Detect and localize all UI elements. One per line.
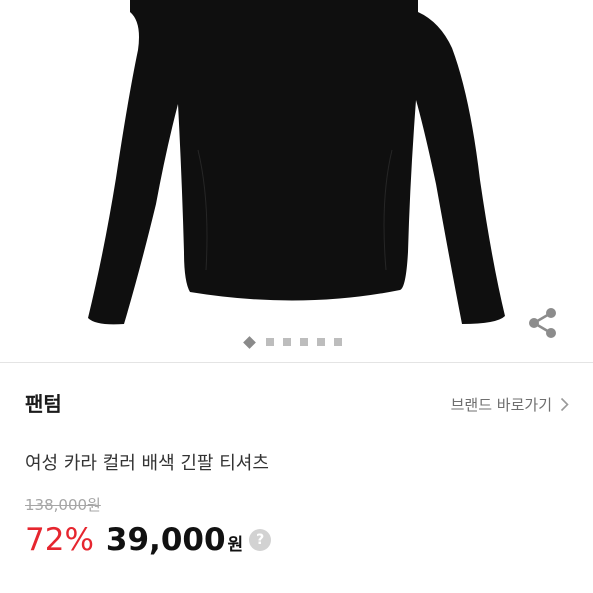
brand-name[interactable]: 팬텀 <box>25 388 62 417</box>
discount-rate: 72% <box>25 522 94 558</box>
currency-unit: 원 <box>227 535 244 555</box>
pagination-dot[interactable] <box>283 338 291 346</box>
brand-shortcut-label: 브랜드 바로가기 <box>450 396 552 414</box>
pagination-dot-active[interactable] <box>243 335 256 349</box>
section-divider <box>0 362 593 363</box>
sale-price: 39,000 <box>105 522 226 558</box>
pagination-dot[interactable] <box>300 338 308 346</box>
price-row: 72% 39,000 원 ? <box>25 522 272 558</box>
product-photo <box>88 0 505 325</box>
question-mark-icon[interactable]: ? <box>249 529 272 551</box>
chevron-right-icon <box>560 397 569 412</box>
pagination-dot[interactable] <box>317 338 325 346</box>
original-price: 138,000원 <box>25 496 101 514</box>
product-image-gallery[interactable] <box>0 0 593 362</box>
pagination-dot[interactable] <box>266 338 274 346</box>
share-icon[interactable] <box>522 302 564 344</box>
brand-shortcut-link[interactable]: 브랜드 바로가기 <box>451 394 569 415</box>
gallery-pagination <box>243 335 351 349</box>
pagination-dot[interactable] <box>334 338 342 346</box>
product-title: 여성 카라 컬러 배색 긴팔 티셔츠 <box>25 453 269 474</box>
